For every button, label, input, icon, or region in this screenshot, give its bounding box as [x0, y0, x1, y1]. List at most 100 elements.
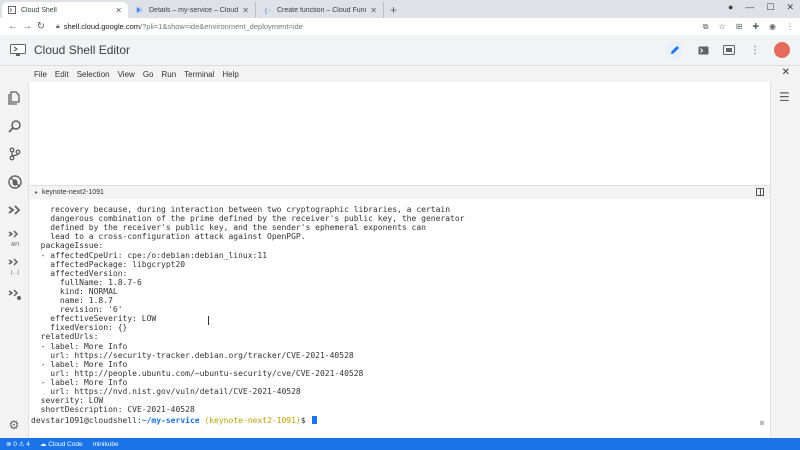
menu-run[interactable]: Run	[161, 70, 176, 79]
collapse-chevron-icon[interactable]: ▸	[35, 189, 38, 196]
close-editor-icon[interactable]: ✕	[782, 67, 790, 78]
secret-manager-icon[interactable]	[7, 254, 23, 270]
no-bugs-icon[interactable]	[7, 174, 23, 190]
terminal-line: severity: LOW	[31, 396, 104, 406]
prompt-user: devstar1091@cloudshell:	[31, 416, 142, 426]
terminal-line: - label: More Info	[31, 377, 128, 387]
terminal-line: lead to a cross-configuration attack aga…	[31, 232, 306, 242]
address-bar: ← → ↻ 🔒︎ shell.cloud.google.com/?pli=1&s…	[0, 18, 800, 35]
menu-file[interactable]: File	[34, 70, 47, 79]
kubernetes-icon[interactable]	[7, 286, 23, 302]
api-label: API	[10, 242, 20, 248]
terminal-line: url: http://people.ubuntu.com/~ubuntu-se…	[31, 368, 364, 378]
terminal-line: - affectedCpeUri: cpe:/o:debian:debian_l…	[31, 250, 268, 260]
reload-icon[interactable]: ↻	[34, 21, 48, 32]
browser-tab-strip: Cloud Shell ✕ Details – my-service – Clo…	[0, 0, 800, 18]
terminal-line: - label: More Info	[31, 341, 128, 351]
terminal-line: name: 1.8.7	[31, 296, 113, 305]
menu-terminal[interactable]: Terminal	[184, 70, 214, 79]
terminal-line: packageIssue:	[31, 241, 104, 251]
terminal-line: fixedVersion: {}	[31, 323, 128, 333]
url-path: /?pli=1&show=ide&environment_deployment=…	[140, 22, 303, 31]
terminal-line: affectedVersion:	[31, 268, 128, 278]
terminal-panel-header: ▸ keynote-next2-1091	[29, 185, 770, 199]
cloud-run-favicon-icon	[136, 6, 144, 14]
terminal-line: dangerous combination of the prime defin…	[31, 214, 465, 224]
problems-counter[interactable]: ⊗ 0 ⚠ 4	[6, 440, 30, 448]
browser-tab-title: Create function – Cloud Functio…	[277, 6, 366, 14]
menu-selection[interactable]: Selection	[77, 70, 110, 79]
api-icon[interactable]	[7, 226, 23, 242]
tab-close-icon[interactable]: ✕	[115, 6, 122, 15]
terminal-output[interactable]: recovery because, during interaction bet…	[29, 199, 770, 438]
cloud-shell-logo-icon	[10, 44, 26, 56]
open-editor-button[interactable]	[666, 41, 684, 59]
terminal-line: recovery because, during interaction bet…	[31, 205, 451, 214]
cloud-code-icon[interactable]	[7, 202, 23, 218]
app-title: Cloud Shell Editor	[34, 43, 131, 57]
window-controls: ● — ☐ ✕	[728, 2, 794, 13]
maximize-icon[interactable]: ☐	[766, 2, 774, 13]
open-terminal-button[interactable]	[696, 43, 710, 57]
explorer-icon[interactable]	[7, 90, 23, 106]
forward-icon[interactable]: →	[20, 21, 34, 32]
more-options-icon[interactable]: ⋮	[748, 43, 762, 57]
bookmark-star-icon[interactable]: ☆	[718, 22, 725, 32]
activity-bar: API {…}	[0, 82, 29, 438]
web-preview-button[interactable]	[722, 43, 736, 57]
browser-menu-icon[interactable]: ⋮	[786, 22, 794, 32]
terminal-prompt: devstar1091@cloudshell:~/my-service (key…	[31, 416, 318, 426]
terminal-line: defined by the receiver's public key, an…	[31, 223, 426, 233]
right-sidebar: ☰	[770, 82, 800, 438]
open-in-app-icon[interactable]: ⧉	[703, 22, 709, 32]
terminal-line: revision: '6'	[31, 305, 123, 315]
terminal-line: shortDescription: CVE-2021-40528	[31, 405, 195, 415]
translate-icon[interactable]: ⊞	[736, 22, 743, 32]
menu-edit[interactable]: Edit	[55, 70, 69, 79]
new-tab-button[interactable]: +	[390, 2, 397, 18]
menu-bar: File Edit Selection View Go Run Terminal…	[0, 66, 800, 82]
svg-text:{·}: {·}	[264, 6, 272, 14]
browser-profile-icon[interactable]: ◉	[769, 22, 776, 32]
window-close-icon[interactable]: ✕	[786, 2, 794, 13]
text-cursor-ibeam-icon	[208, 316, 212, 325]
lock-icon: 🔒︎	[56, 22, 60, 30]
split-terminal-icon[interactable]	[756, 188, 764, 196]
terminal-line: url: https://nvd.nist.gov/vuln/detail/CV…	[31, 387, 301, 396]
editor-area[interactable]	[29, 82, 770, 185]
cluster-status[interactable]: minikube	[93, 441, 119, 448]
terminal-line: affectedPackage: libgcrypt20	[31, 259, 186, 269]
avatar[interactable]	[774, 42, 790, 58]
minimize-icon[interactable]: —	[745, 2, 754, 13]
browser-tab-cloud-functions[interactable]: {·} Create function – Cloud Functio… ✕	[258, 2, 384, 18]
terminal-line: relatedUrls:	[31, 332, 99, 342]
terminal-icon	[698, 46, 708, 54]
prompt-path: ~/my-service	[141, 416, 200, 426]
menu-view[interactable]: View	[118, 70, 135, 79]
brackets-label: {…}	[10, 270, 20, 276]
terminal-line: - label: More Info	[31, 359, 128, 369]
back-icon[interactable]: ←	[6, 21, 20, 32]
outline-icon[interactable]: ☰	[779, 90, 790, 104]
terminal-tab[interactable]: keynote-next2-1091	[42, 189, 104, 196]
browser-tab-title: Details – my-service – Cloud Ru…	[149, 6, 239, 14]
web-preview-icon	[723, 45, 735, 55]
search-icon[interactable]	[7, 118, 23, 134]
browser-tab-cloud-run[interactable]: Details – my-service – Cloud Ru… ✕	[130, 2, 256, 18]
menu-help[interactable]: Help	[222, 70, 238, 79]
terminal-line: kind: NORMAL	[31, 286, 118, 296]
cloud-code-status[interactable]: ☁ Cloud Code	[40, 440, 83, 448]
extensions-icon[interactable]: ✚	[752, 22, 759, 32]
source-control-icon[interactable]	[7, 146, 23, 162]
cloud-shell-favicon-icon	[8, 6, 16, 14]
tab-close-icon[interactable]: ✕	[242, 6, 249, 15]
url-field[interactable]: 🔒︎ shell.cloud.google.com/?pli=1&show=id…	[56, 22, 703, 31]
cloud-functions-favicon-icon: {·}	[264, 6, 272, 14]
settings-gear-icon[interactable]: ⚙	[7, 418, 21, 432]
terminal-scrollbar[interactable]	[760, 421, 764, 425]
pencil-icon	[671, 46, 679, 54]
tab-close-icon[interactable]: ✕	[370, 6, 377, 15]
browser-tab-cloud-shell[interactable]: Cloud Shell ✕	[2, 2, 128, 18]
profile-icon[interactable]: ●	[728, 2, 733, 13]
menu-go[interactable]: Go	[143, 70, 154, 79]
